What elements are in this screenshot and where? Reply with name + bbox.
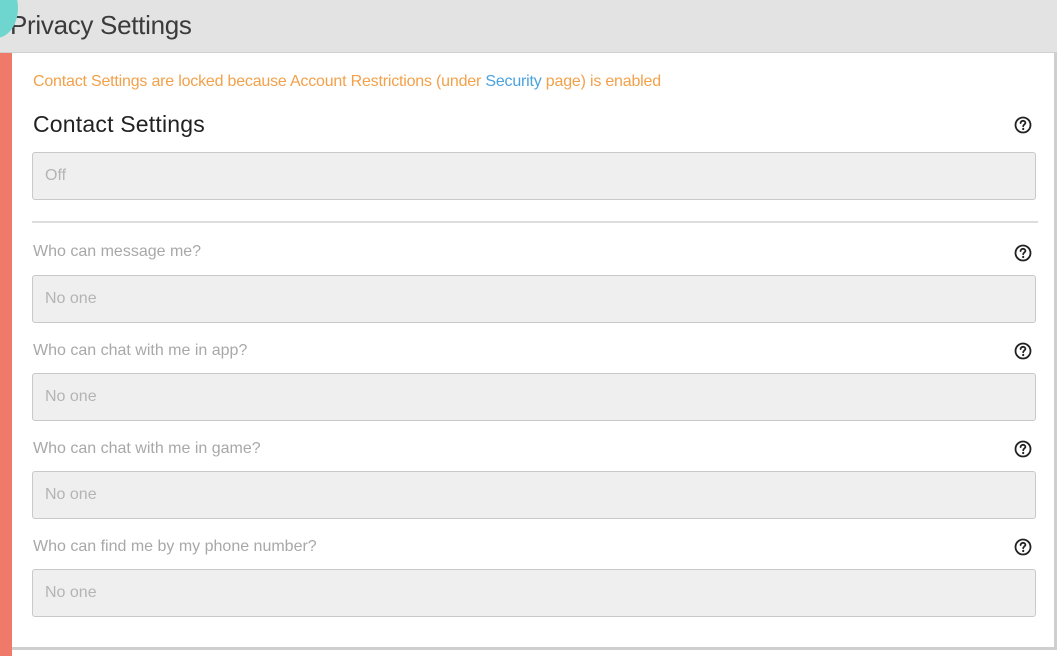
page: Privacy Settings Contact Settings are lo… xyxy=(0,0,1057,656)
left-decorative-stripe xyxy=(0,0,12,656)
section-divider xyxy=(32,221,1038,223)
contact-settings-value: Off xyxy=(45,167,67,184)
who-can-message-select[interactable]: No one xyxy=(32,275,1036,323)
contact-settings-title: Contact Settings xyxy=(33,111,205,137)
field-label-chat-app: Who can chat with me in app? xyxy=(33,342,248,359)
question-circle-icon[interactable] xyxy=(1014,116,1032,134)
locked-notice: Contact Settings are locked because Acco… xyxy=(33,73,661,91)
who-can-chat-game-select[interactable]: No one xyxy=(32,471,1036,519)
question-circle-icon[interactable] xyxy=(1014,244,1032,262)
privacy-settings-panel: Contact Settings are locked because Acco… xyxy=(12,53,1057,650)
question-circle-icon[interactable] xyxy=(1014,538,1032,556)
field-label-message: Who can message me? xyxy=(33,243,202,260)
question-circle-icon[interactable] xyxy=(1014,440,1032,458)
who-can-chat-app-value: No one xyxy=(45,388,97,405)
who-can-chat-app-select[interactable]: No one xyxy=(32,373,1036,421)
notice-text-after: page) is enabled xyxy=(541,73,661,90)
contact-settings-select[interactable]: Off xyxy=(32,152,1036,200)
page-title: Privacy Settings xyxy=(10,10,192,40)
question-circle-icon[interactable] xyxy=(1014,342,1032,360)
notice-text-before: Contact Settings are locked because Acco… xyxy=(33,73,486,90)
header-bar: Privacy Settings xyxy=(0,0,1057,53)
who-can-chat-game-value: No one xyxy=(45,486,97,503)
who-can-find-phone-value: No one xyxy=(45,584,97,601)
security-link[interactable]: Security xyxy=(485,73,541,90)
who-can-message-value: No one xyxy=(45,290,97,307)
field-label-chat-game: Who can chat with me in game? xyxy=(33,440,261,457)
field-label-phone: Who can find me by my phone number? xyxy=(33,538,317,555)
who-can-find-phone-select[interactable]: No one xyxy=(32,569,1036,617)
